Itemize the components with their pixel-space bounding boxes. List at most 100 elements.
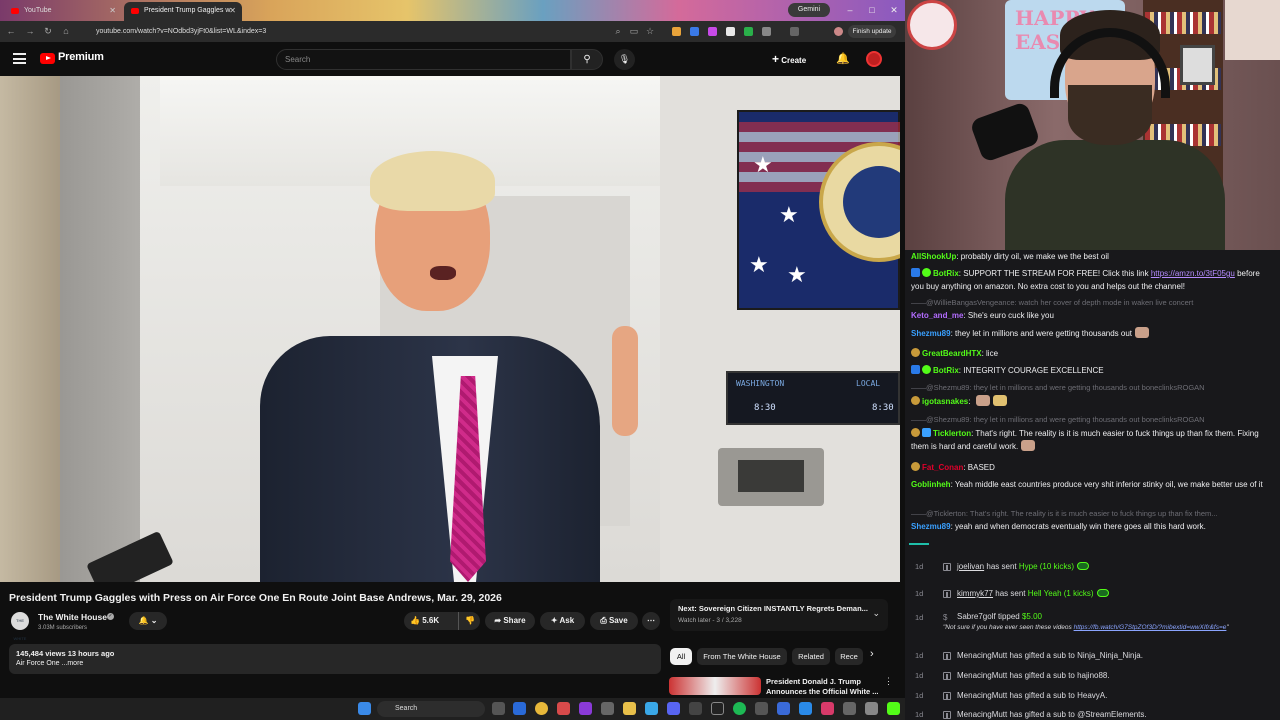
app-icon[interactable] — [579, 702, 592, 715]
description-preview[interactable]: Air Force One ...more — [16, 660, 83, 667]
chat-username[interactable]: Shezmu89 — [911, 522, 951, 531]
extension-icon[interactable] — [708, 27, 717, 36]
spotify-icon[interactable] — [733, 702, 746, 715]
back-icon[interactable]: ← — [5, 25, 17, 37]
activity-user[interactable]: MenacingMutt — [957, 671, 1007, 680]
related-thumbnail[interactable] — [669, 677, 761, 695]
chat-username[interactable]: Shezmu89 — [911, 329, 951, 338]
activity-feed[interactable]: 1d joelivan has sent Hype (10 kicks) 1d ki… — [905, 540, 1280, 720]
channel-avatar[interactable]: THE WHITE HOUSE — [11, 612, 29, 659]
activity-user[interactable]: MenacingMutt — [957, 651, 1007, 660]
close-icon[interactable]: ✕ — [109, 2, 116, 19]
activity-item: 1d MenacingMutt has gifted a sub to Ninja… — [905, 647, 1280, 665]
profile-avatar[interactable] — [834, 27, 843, 36]
forward-icon[interactable]: → — [24, 25, 36, 37]
app-icon[interactable] — [711, 702, 724, 715]
chat-panel[interactable]: AllShookUp: probably dirty oil, we make … — [905, 250, 1280, 540]
tip-user[interactable]: Sabre7golf — [957, 612, 996, 621]
activity-user[interactable]: MenacingMutt — [957, 691, 1007, 700]
subscribe-bell-button[interactable]: 🔔 ⌄ — [129, 612, 167, 630]
chat-username[interactable]: GreatBeardHTX — [922, 349, 982, 358]
chip-all[interactable]: All — [670, 648, 692, 665]
kick-icon[interactable] — [887, 702, 900, 715]
app-icon[interactable] — [843, 702, 856, 715]
share-button[interactable]: ➦ Share — [485, 612, 535, 630]
reload-icon[interactable]: ↻ — [42, 25, 54, 37]
app-icon[interactable] — [645, 702, 658, 715]
extensions-puzzle-icon[interactable] — [762, 27, 771, 36]
file-explorer-icon[interactable] — [623, 702, 636, 715]
like-button[interactable]: 👍 5.6K — [410, 612, 439, 630]
task-view-icon[interactable] — [492, 702, 505, 715]
activity-user[interactable]: kimmyk77 — [957, 589, 993, 598]
extension-icon[interactable] — [690, 27, 699, 36]
gemini-button[interactable]: Gemini — [788, 3, 830, 17]
related-title[interactable]: President Donald J. Trump Announces the … — [766, 677, 881, 697]
minimize-icon[interactable]: – — [840, 3, 860, 17]
maximize-icon[interactable]: □ — [862, 3, 882, 17]
chip-related[interactable]: Related — [792, 648, 830, 665]
chat-link[interactable]: https://amzn.to/3tF05gu — [1151, 269, 1235, 278]
chat-username[interactable]: BotRix — [933, 366, 959, 375]
extension-icon[interactable] — [672, 27, 681, 36]
activity-user[interactable]: joelivan — [957, 562, 984, 571]
app-icon[interactable] — [755, 702, 768, 715]
chat-username[interactable]: Goblinheh — [911, 480, 951, 489]
chrome-icon[interactable] — [535, 702, 548, 715]
chevron-right-icon[interactable]: › — [870, 648, 874, 660]
tab-youtube[interactable]: YouTube ✕ — [4, 2, 122, 21]
app-icon[interactable] — [777, 702, 790, 715]
home-icon[interactable]: ⌂ — [60, 25, 72, 37]
save-button[interactable]: ⎙ Save — [590, 612, 638, 630]
chip-recent[interactable]: Rece — [835, 648, 863, 665]
edge-icon[interactable] — [513, 702, 526, 715]
chat-username[interactable]: Fat_Conan — [922, 463, 963, 472]
chat-username[interactable]: AllShookUp — [911, 252, 956, 261]
url-field[interactable]: youtube.com/watch?v=NOdbd3yjFt0&list=WL&… — [82, 24, 772, 39]
video-player[interactable]: ★ ★ ★ ★ WASHINGTON LOCAL 8:30 8:30 — [0, 76, 900, 582]
youtube-premium-wordmark[interactable]: Premium — [58, 51, 104, 63]
playlist-next-box[interactable]: Next: Sovereign Citizen INSTANTLY Regret… — [670, 599, 888, 631]
app-icon[interactable] — [557, 702, 570, 715]
search-input[interactable]: Search — [276, 49, 571, 70]
account-avatar[interactable] — [866, 51, 882, 67]
channel-name[interactable]: The White House — [38, 612, 107, 622]
bookmark-star-icon[interactable]: ☆ — [644, 25, 656, 37]
ask-button[interactable]: ✦ Ask — [540, 612, 585, 630]
notifications-bell-icon[interactable]: 🔔 — [836, 52, 850, 65]
app-icon[interactable] — [865, 702, 878, 715]
description-box[interactable]: 145,484 views 13 hours ago Air Force One… — [9, 644, 661, 674]
search-lens-icon[interactable]: ⌕ — [612, 25, 624, 37]
close-icon[interactable]: ✕ — [229, 2, 236, 19]
chevron-down-icon[interactable]: ⌄ — [872, 608, 880, 619]
app-icon[interactable] — [799, 702, 812, 715]
sidebar-icon[interactable] — [790, 27, 799, 36]
app-icon[interactable] — [821, 702, 834, 715]
extension-icon[interactable] — [744, 27, 753, 36]
voice-search-icon[interactable]: 🎙 — [614, 49, 635, 70]
chat-username[interactable]: BotRix — [933, 269, 959, 278]
finish-update-button[interactable]: Finish update — [848, 25, 896, 38]
tip-link[interactable]: https://fb.watch/G7StpZOf3D/?mibextid=ww… — [1074, 624, 1227, 631]
app-icon[interactable] — [689, 702, 702, 715]
activity-user[interactable]: MenacingMutt — [957, 710, 1007, 719]
menu-icon[interactable] — [13, 53, 26, 64]
install-icon[interactable]: ▭ — [628, 25, 640, 37]
kebab-menu-icon[interactable]: ⋮ — [884, 676, 893, 687]
chip-from-channel[interactable]: From The White House — [697, 648, 787, 665]
tab-video[interactable]: President Trump Gaggles w ✕ — [124, 2, 242, 21]
taskbar-search[interactable]: Search — [377, 701, 485, 717]
create-button[interactable]: + Create — [772, 50, 824, 68]
extension-icon[interactable] — [726, 27, 735, 36]
chat-username[interactable]: Keto_and_me — [911, 311, 963, 320]
chat-username[interactable]: igotasnakes — [922, 397, 968, 406]
more-actions-button[interactable]: ⋯ — [642, 612, 660, 630]
search-button[interactable]: ⚲ — [571, 49, 603, 70]
start-icon[interactable] — [358, 702, 371, 715]
close-window-icon[interactable]: ✕ — [884, 3, 904, 17]
app-icon[interactable] — [601, 702, 614, 715]
dislike-button[interactable]: 👎 — [458, 612, 475, 630]
youtube-logo-icon[interactable] — [40, 53, 55, 64]
discord-icon[interactable] — [667, 702, 680, 715]
chat-username[interactable]: Ticklerton — [933, 429, 971, 438]
